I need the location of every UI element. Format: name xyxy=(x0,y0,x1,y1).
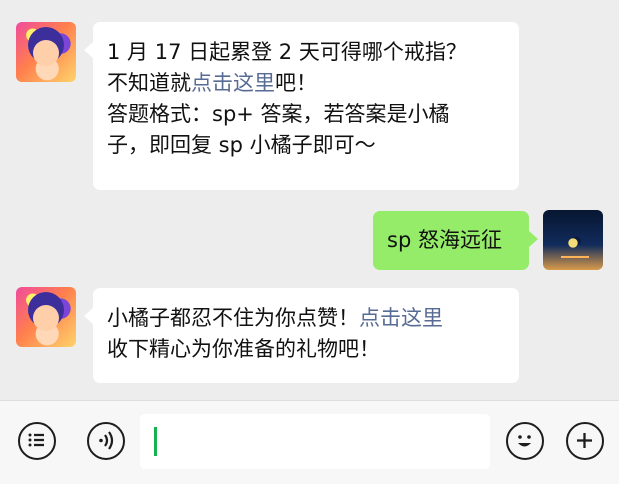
emoji-icon xyxy=(518,435,531,447)
message-text: 不知道就 xyxy=(107,71,191,95)
voice-icon[interactable] xyxy=(87,422,125,460)
message-text: sp 怒海远征 xyxy=(387,228,502,252)
message-bubble[interactable]: 小橘子都忍不住为你点赞！点击这里 收下精心为你准备的礼物吧！ xyxy=(84,288,519,383)
plus-icon xyxy=(577,433,592,448)
message-bubble[interactable]: sp 怒海远征 xyxy=(373,211,538,270)
click-here-link[interactable]: 点击这里 xyxy=(191,71,275,95)
menu-icon xyxy=(28,433,44,447)
message-line: 1 月 17 日起累登 2 天可得哪个戒指？ xyxy=(107,40,467,64)
message-line: 小橘子都忍不住为你点赞！点击这里 xyxy=(107,303,519,334)
game-character-avatar-icon[interactable] xyxy=(16,22,76,82)
emoji-icon[interactable] xyxy=(506,422,544,460)
click-here-link[interactable]: 点击这里 xyxy=(359,306,443,330)
plus-icon[interactable] xyxy=(566,422,604,460)
message-line: 收下精心为你准备的礼物吧！ xyxy=(107,337,380,361)
message-line: 不知道就点击这里吧！ xyxy=(107,68,519,99)
menu-icon[interactable] xyxy=(18,422,56,460)
night-moon-avatar-icon[interactable] xyxy=(543,210,603,270)
text-cursor xyxy=(154,427,157,456)
message-line: 答题格式：sp+ 答案，若答案是小橘 xyxy=(107,102,450,126)
voice-icon xyxy=(99,431,114,450)
message-input-bar xyxy=(0,400,619,484)
chat-history: 1 月 17 日起累登 2 天可得哪个戒指？ 不知道就点击这里吧！ 答题格式：s… xyxy=(0,0,619,400)
message-input[interactable] xyxy=(140,414,490,469)
message-text: 吧！ xyxy=(275,71,317,95)
game-character-avatar-icon[interactable] xyxy=(16,287,76,347)
message-text: 小橘子都忍不住为你点赞！ xyxy=(107,306,359,330)
message-bubble[interactable]: 1 月 17 日起累登 2 天可得哪个戒指？ 不知道就点击这里吧！ 答题格式：s… xyxy=(84,22,519,190)
message-line: 子，即回复 sp 小橘子即可～ xyxy=(107,133,376,157)
